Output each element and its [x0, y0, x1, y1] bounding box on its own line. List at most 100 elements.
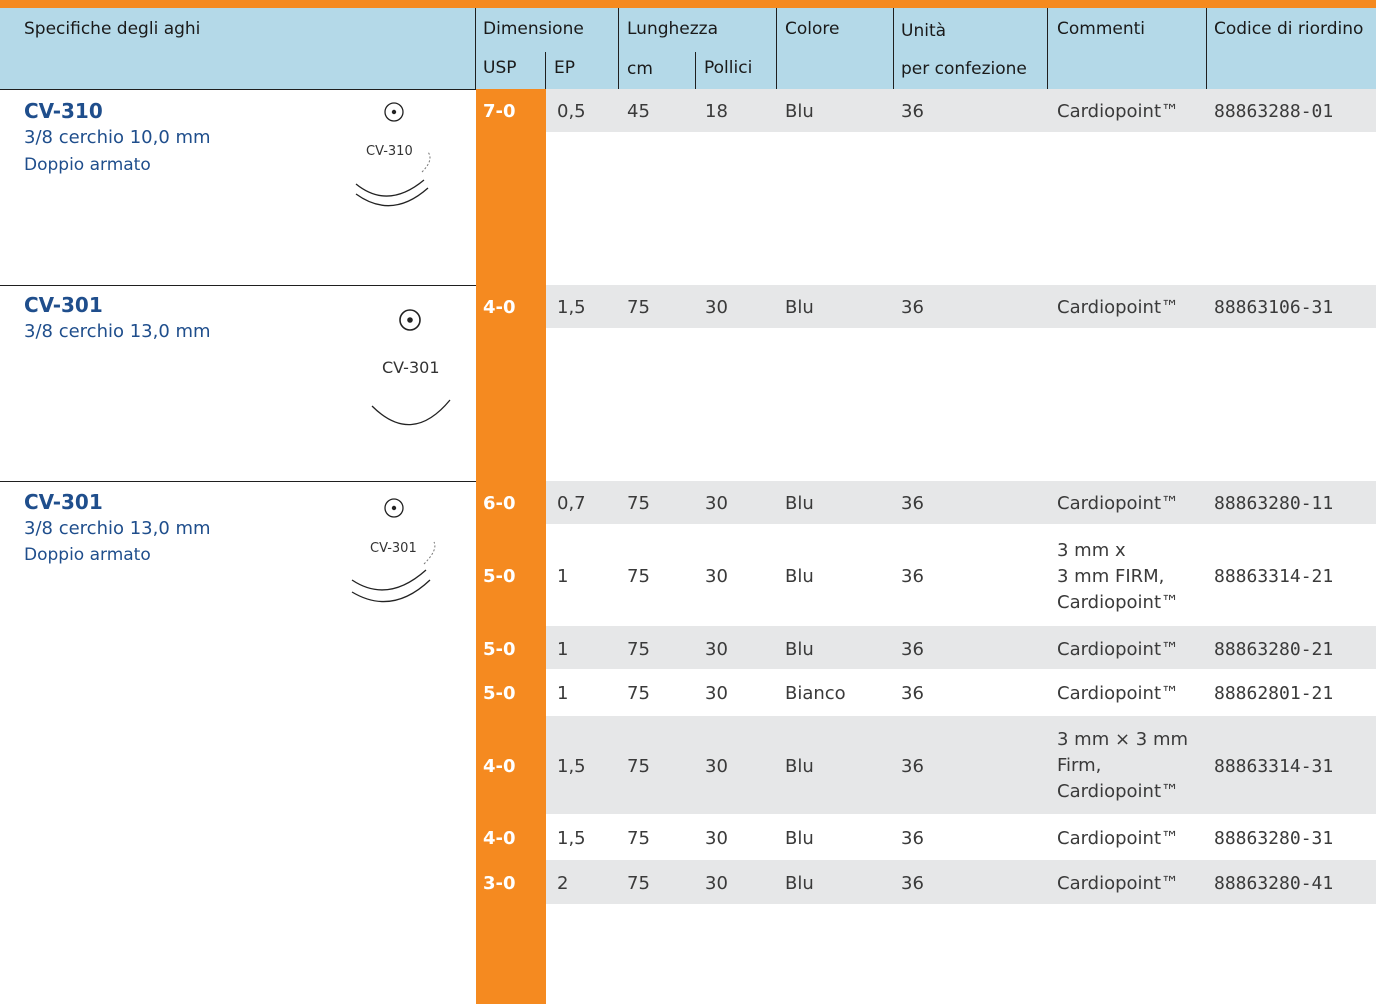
- needle-name: CV-310: [24, 99, 103, 123]
- inch-value: 30: [705, 297, 728, 318]
- comment-value: Cardiopoint™: [1057, 828, 1180, 849]
- color-value: Blu: [785, 297, 814, 318]
- header-ep: EP: [554, 58, 575, 78]
- header-divider: [695, 52, 696, 89]
- needle-sub: Doppio armato: [24, 155, 151, 175]
- cm-value: 75: [627, 828, 650, 849]
- section-separator: [0, 285, 476, 286]
- cm-value: 75: [627, 873, 650, 894]
- header-dimension: Dimensione: [483, 19, 584, 39]
- cm-value: 75: [627, 683, 650, 704]
- color-value: Blu: [785, 639, 814, 660]
- reorder-code: 88863314-31: [1214, 756, 1334, 777]
- header-color: Colore: [785, 19, 840, 39]
- header-reorder: Codice di riordino: [1214, 19, 1364, 39]
- usp-value: 6-0: [483, 493, 516, 514]
- units-value: 36: [901, 101, 924, 122]
- header-divider: [618, 8, 619, 89]
- header-divider: [475, 8, 476, 89]
- usp-value: 5-0: [483, 566, 516, 587]
- inch-value: 30: [705, 639, 728, 660]
- color-value: Blu: [785, 101, 814, 122]
- inch-value: 30: [705, 683, 728, 704]
- reorder-code: 88863288-01: [1214, 101, 1334, 122]
- section-separator: [0, 481, 476, 482]
- needle-name: CV-301: [24, 490, 103, 514]
- usp-value: 5-0: [483, 639, 516, 660]
- usp-column-fill: [476, 89, 546, 1004]
- color-value: Bianco: [785, 683, 846, 704]
- header-divider: [1206, 8, 1207, 89]
- usp-value: 4-0: [483, 756, 516, 777]
- cm-value: 45: [627, 101, 650, 122]
- cm-value: 75: [627, 639, 650, 660]
- ep-value: 0,5: [557, 101, 586, 122]
- comment-line: Firm,: [1057, 755, 1102, 776]
- usp-value: 4-0: [483, 297, 516, 318]
- usp-value: 4-0: [483, 828, 516, 849]
- units-value: 36: [901, 297, 924, 318]
- ep-value: 1,5: [557, 828, 586, 849]
- usp-value: 7-0: [483, 101, 516, 122]
- header-units: Unità: [901, 21, 947, 41]
- reorder-code: 88863280-41: [1214, 873, 1334, 894]
- comment-line: 3 mm × 3 mm: [1057, 729, 1189, 750]
- header-per-pack: per confezione: [901, 59, 1027, 79]
- units-value: 36: [901, 873, 924, 894]
- comment-value: Cardiopoint™: [1057, 639, 1180, 660]
- units-value: 36: [901, 566, 924, 587]
- color-value: Blu: [785, 566, 814, 587]
- top-accent-bar: [0, 0, 1376, 8]
- inch-value: 30: [705, 756, 728, 777]
- cm-value: 75: [627, 297, 650, 318]
- needle-spec: 3/8 cerchio 10,0 mm: [24, 127, 211, 148]
- ep-value: 2: [557, 873, 569, 894]
- ep-value: 1,5: [557, 756, 586, 777]
- units-value: 36: [901, 639, 924, 660]
- inch-value: 18: [705, 101, 728, 122]
- inch-value: 30: [705, 828, 728, 849]
- header-usp: USP: [483, 58, 517, 78]
- needle-spec: 3/8 cerchio 13,0 mm: [24, 518, 211, 539]
- comment-line: Cardiopoint™: [1057, 592, 1180, 613]
- needle-spec: 3/8 cerchio 13,0 mm: [24, 321, 211, 342]
- header-divider: [1047, 8, 1048, 89]
- comment-value: Cardiopoint™: [1057, 873, 1180, 894]
- units-value: 36: [901, 756, 924, 777]
- color-value: Blu: [785, 493, 814, 514]
- needle-glyph-label: CV-310: [366, 144, 413, 159]
- needle-sub: Doppio armato: [24, 545, 151, 565]
- reorder-code: 88863106-31: [1214, 297, 1334, 318]
- color-value: Blu: [785, 873, 814, 894]
- units-value: 36: [901, 828, 924, 849]
- header-divider: [776, 8, 777, 89]
- reorder-code: 88863280-11: [1214, 493, 1334, 514]
- ep-value: 1: [557, 566, 569, 587]
- comment-value: Cardiopoint™: [1057, 683, 1180, 704]
- inch-value: 30: [705, 873, 728, 894]
- cm-value: 75: [627, 566, 650, 587]
- reorder-code: 88862801-21: [1214, 683, 1334, 704]
- ep-value: 0,7: [557, 493, 586, 514]
- header-inches: Pollici: [704, 58, 753, 78]
- comment-line: Cardiopoint™: [1057, 781, 1180, 802]
- units-value: 36: [901, 683, 924, 704]
- cm-value: 75: [627, 756, 650, 777]
- header-cm: cm: [627, 59, 653, 79]
- ep-value: 1: [557, 639, 569, 660]
- cm-value: 75: [627, 493, 650, 514]
- color-value: Blu: [785, 828, 814, 849]
- ep-value: 1: [557, 683, 569, 704]
- needle-glyph-label: CV-301: [382, 358, 440, 377]
- header-length: Lunghezza: [627, 19, 719, 39]
- header-divider: [545, 52, 546, 89]
- inch-value: 30: [705, 493, 728, 514]
- inch-value: 30: [705, 566, 728, 587]
- header-divider: [893, 8, 894, 89]
- usp-value: 3-0: [483, 873, 516, 894]
- reorder-code: 88863314-21: [1214, 566, 1334, 587]
- comment-line: 3 mm x: [1057, 540, 1126, 561]
- color-value: Blu: [785, 756, 814, 777]
- usp-value: 5-0: [483, 683, 516, 704]
- comment-value: Cardiopoint™: [1057, 297, 1180, 318]
